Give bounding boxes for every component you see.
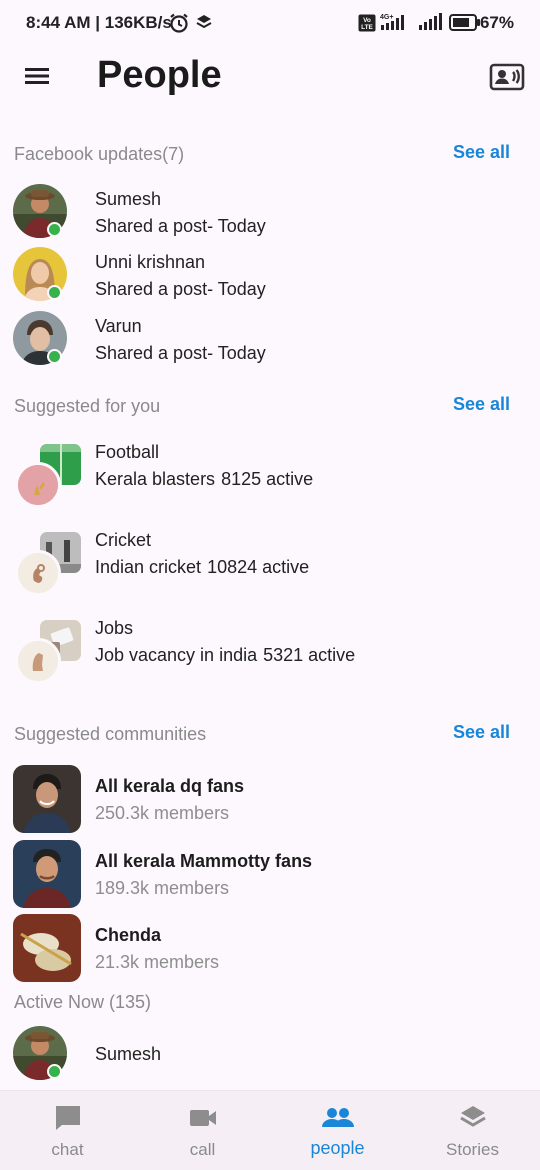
communities-header: Suggested communities See all — [14, 720, 526, 750]
update-status: Shared a post- Today — [95, 279, 266, 299]
nav-label: call — [189, 1140, 216, 1159]
community-thumbnail — [13, 840, 81, 908]
community-members: 21.3k members — [95, 952, 220, 972]
suggested-title: Football — [95, 442, 160, 462]
chat-bubble-icon — [53, 1103, 83, 1138]
online-indicator — [47, 285, 62, 300]
layers-icon — [458, 1103, 488, 1138]
group-member-avatar — [15, 550, 61, 596]
menu-icon[interactable] — [22, 64, 52, 88]
signal-4g-icon: 4G+ — [380, 12, 414, 37]
community-item[interactable]: All kerala Mammotty fans 189.3k members — [0, 840, 540, 908]
nav-call[interactable]: call — [135, 1091, 270, 1170]
suggested-item-football[interactable]: Football Kerala blasters 8125 active — [0, 440, 540, 512]
update-status: Shared a post- Today — [95, 216, 266, 236]
group-member-avatar — [15, 462, 61, 508]
update-name: Unni krishnan — [95, 252, 206, 272]
active-count: 8125 active — [221, 469, 314, 489]
update-item-unni-krishnan[interactable]: Unni krishnan Shared a post- Today — [0, 247, 540, 305]
community-members: 189.3k members — [95, 878, 230, 898]
suggested-see-all-button[interactable]: See all — [453, 394, 510, 415]
active-now-header: Active Now (135) — [14, 988, 526, 1018]
nav-people[interactable]: people — [270, 1091, 405, 1170]
status-time-speed: 8:44 AM | 136KB/s — [26, 13, 172, 32]
suggested-item-jobs[interactable]: Jobs Job vacancy in india 5321 active — [0, 616, 540, 688]
signal-bars-icon — [418, 13, 444, 36]
facebook-updates-label: Facebook updates(7) — [14, 144, 185, 164]
suggested-subtitle: Indian cricket 10824 active — [95, 557, 310, 577]
nav-stories[interactable]: Stories — [405, 1091, 540, 1170]
communities-see-all-button[interactable]: See all — [453, 722, 510, 743]
alarm-icon — [168, 12, 190, 39]
active-item-sumesh[interactable]: Sumesh — [0, 1026, 540, 1084]
svg-text:LTE: LTE — [361, 24, 373, 31]
nav-label: chat — [51, 1140, 84, 1159]
suggested-label: Suggested for you — [14, 396, 161, 416]
suggested-title: Cricket — [95, 530, 152, 550]
battery-icon — [449, 14, 481, 36]
active-now-label: Active Now (135) — [14, 992, 152, 1012]
page-title: People — [97, 54, 222, 96]
facebook-updates-header: Facebook updates(7) See all — [14, 140, 526, 170]
layers-status-icon — [196, 14, 212, 37]
group-member-avatar — [15, 638, 61, 684]
update-name: Sumesh — [95, 189, 162, 209]
nav-chat[interactable]: chat — [0, 1091, 135, 1170]
community-members: 250.3k members — [95, 803, 230, 823]
nav-label: people — [310, 1138, 365, 1158]
suggested-subtitle: Job vacancy in india 5321 active — [95, 645, 356, 665]
online-indicator — [47, 349, 62, 364]
online-indicator — [47, 1064, 62, 1079]
active-count: 10824 active — [207, 557, 310, 577]
nav-label: Stories — [446, 1140, 499, 1159]
online-indicator — [47, 222, 62, 237]
people-icon — [321, 1103, 355, 1138]
battery-percent: 67% — [479, 13, 514, 32]
update-item-sumesh[interactable]: Sumesh Shared a post- Today — [0, 184, 540, 242]
update-name: Varun — [95, 316, 142, 336]
community-name: All kerala dq fans — [95, 776, 245, 796]
community-item[interactable]: All kerala dq fans 250.3k members — [0, 765, 540, 833]
update-item-varun[interactable]: Varun Shared a post- Today — [0, 311, 540, 369]
app-bar: People — [0, 46, 540, 108]
people-screen: 8:44 AM | 136KB/s VoLTE 4G+ 67% People — [0, 0, 540, 1170]
bottom-navigation: chat call people Stories — [0, 1090, 540, 1170]
volte-icon: Vo LTE — [358, 14, 376, 37]
communities-label: Suggested communities — [14, 724, 207, 744]
community-name: All kerala Mammotty fans — [95, 851, 313, 871]
suggested-header: Suggested for you See all — [14, 392, 526, 422]
videocam-icon — [188, 1103, 218, 1138]
status-bar: 8:44 AM | 136KB/s Vo LTE 4G+ 67% — [0, 0, 540, 46]
active-user-name: Sumesh — [95, 1044, 162, 1064]
update-status: Shared a post- Today — [95, 343, 266, 363]
suggested-subtitle: Kerala blasters 8125 active — [95, 469, 314, 489]
community-thumbnail — [13, 765, 81, 833]
community-name: Chenda — [95, 925, 162, 945]
facebook-updates-see-all-button[interactable]: See all — [453, 142, 510, 163]
svg-text:4G+: 4G+ — [380, 14, 393, 21]
contacts-icon[interactable] — [489, 62, 525, 92]
suggested-item-cricket[interactable]: Cricket Indian cricket 10824 active — [0, 528, 540, 600]
active-count: 5321 active — [263, 645, 356, 665]
svg-text:Vo: Vo — [363, 17, 371, 24]
community-thumbnail — [13, 914, 81, 982]
suggested-title: Jobs — [95, 618, 134, 638]
community-item[interactable]: Chenda 21.3k members — [0, 914, 540, 982]
